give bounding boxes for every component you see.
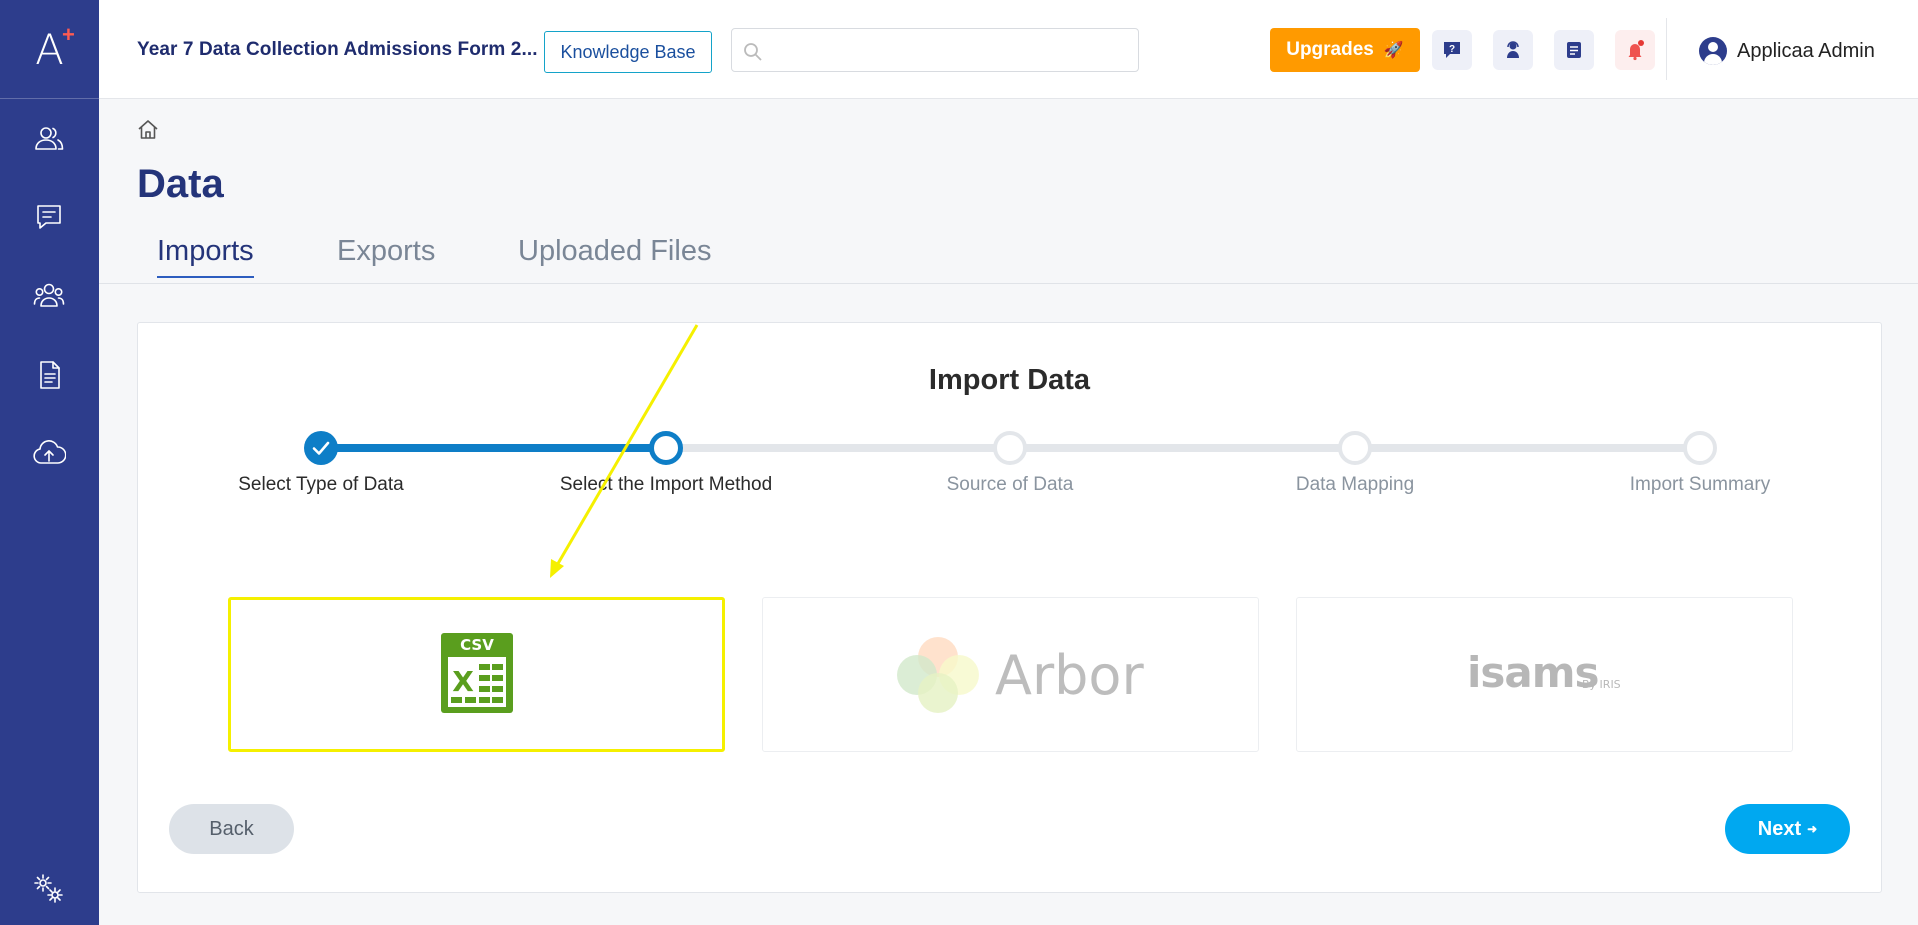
import-card: Import Data Select Type of Data Select t… — [137, 322, 1882, 893]
notification-bell-icon[interactable] — [1615, 30, 1655, 70]
step-1-complete-icon — [304, 431, 338, 465]
tabs: Imports Exports Uploaded Files — [99, 235, 1918, 284]
support-agent-icon[interactable] — [1493, 30, 1533, 70]
step-label: Select the Import Method — [559, 474, 773, 495]
document-icon[interactable] — [29, 355, 69, 395]
step-3-pending — [993, 431, 1027, 465]
arbor-option[interactable]: Arbor — [762, 597, 1259, 752]
svg-text:?: ? — [1449, 44, 1455, 55]
stepper-track — [666, 444, 1703, 452]
upgrades-button[interactable]: Upgrades 🚀 — [1270, 28, 1420, 72]
help-icon[interactable]: ? — [1432, 30, 1472, 70]
back-button[interactable]: Back — [169, 804, 294, 854]
isams-wordmark: isams — [1467, 648, 1599, 697]
knowledge-base-button[interactable]: Knowledge Base — [544, 31, 712, 73]
page-title: Data — [137, 162, 224, 206]
stepper: Select Type of Data Select the Import Me… — [138, 323, 1881, 523]
rocket-icon: 🚀 — [1383, 42, 1404, 59]
user-name: Applicaa Admin — [1737, 39, 1875, 62]
arrow-right-icon: ➜ — [1807, 822, 1818, 836]
step-label: Select Type of Data — [238, 474, 404, 495]
step-label: Data Mapping — [1295, 474, 1415, 495]
upgrades-label: Upgrades — [1286, 39, 1374, 60]
settings-icon[interactable] — [29, 869, 69, 909]
step-label: Import Summary — [1629, 474, 1771, 495]
tab-uploaded-files[interactable]: Uploaded Files — [518, 235, 711, 276]
cloud-upload-icon[interactable] — [29, 434, 69, 474]
sidebar: A + — [0, 0, 99, 925]
tab-imports[interactable]: Imports — [157, 235, 254, 278]
avatar — [1699, 37, 1727, 65]
csv-cell-text: X — [452, 665, 474, 698]
users-icon[interactable] — [29, 276, 69, 316]
notes-icon[interactable] — [1554, 30, 1594, 70]
step-2-current — [649, 431, 683, 465]
search-box[interactable] — [731, 28, 1139, 72]
step-4-pending — [1338, 431, 1372, 465]
search-icon — [744, 43, 762, 61]
tab-exports[interactable]: Exports — [337, 235, 435, 276]
topbar-divider — [1666, 18, 1667, 80]
search-input[interactable] — [772, 29, 1132, 71]
csv-option[interactable]: CSV X — [228, 597, 725, 752]
arbor-logo-icon — [897, 637, 979, 713]
arbor-wordmark: Arbor — [995, 644, 1144, 707]
step-label: Source of Data — [946, 474, 1074, 495]
isams-option[interactable]: isams By IRIS — [1296, 597, 1793, 752]
topbar: Year 7 Data Collection Admissions Form 2… — [99, 0, 1918, 99]
home-icon[interactable] — [135, 117, 161, 143]
csv-badge-text: CSV — [460, 636, 494, 654]
next-label: Next — [1757, 817, 1802, 840]
user-group-icon[interactable] — [29, 119, 69, 159]
csv-file-icon: CSV X — [441, 633, 513, 713]
form-title[interactable]: Year 7 Data Collection Admissions Form 2… — [137, 39, 538, 61]
step-5-pending — [1683, 431, 1717, 465]
message-icon[interactable] — [29, 197, 69, 237]
app-logo[interactable]: A + — [0, 0, 99, 99]
next-button[interactable]: Next ➜ — [1725, 804, 1850, 854]
stepper-progress — [321, 444, 666, 452]
isams-by-iris: By IRIS — [1582, 678, 1621, 691]
user-menu[interactable]: Applicaa Admin — [1699, 34, 1875, 68]
logo-letter: A — [35, 24, 64, 74]
